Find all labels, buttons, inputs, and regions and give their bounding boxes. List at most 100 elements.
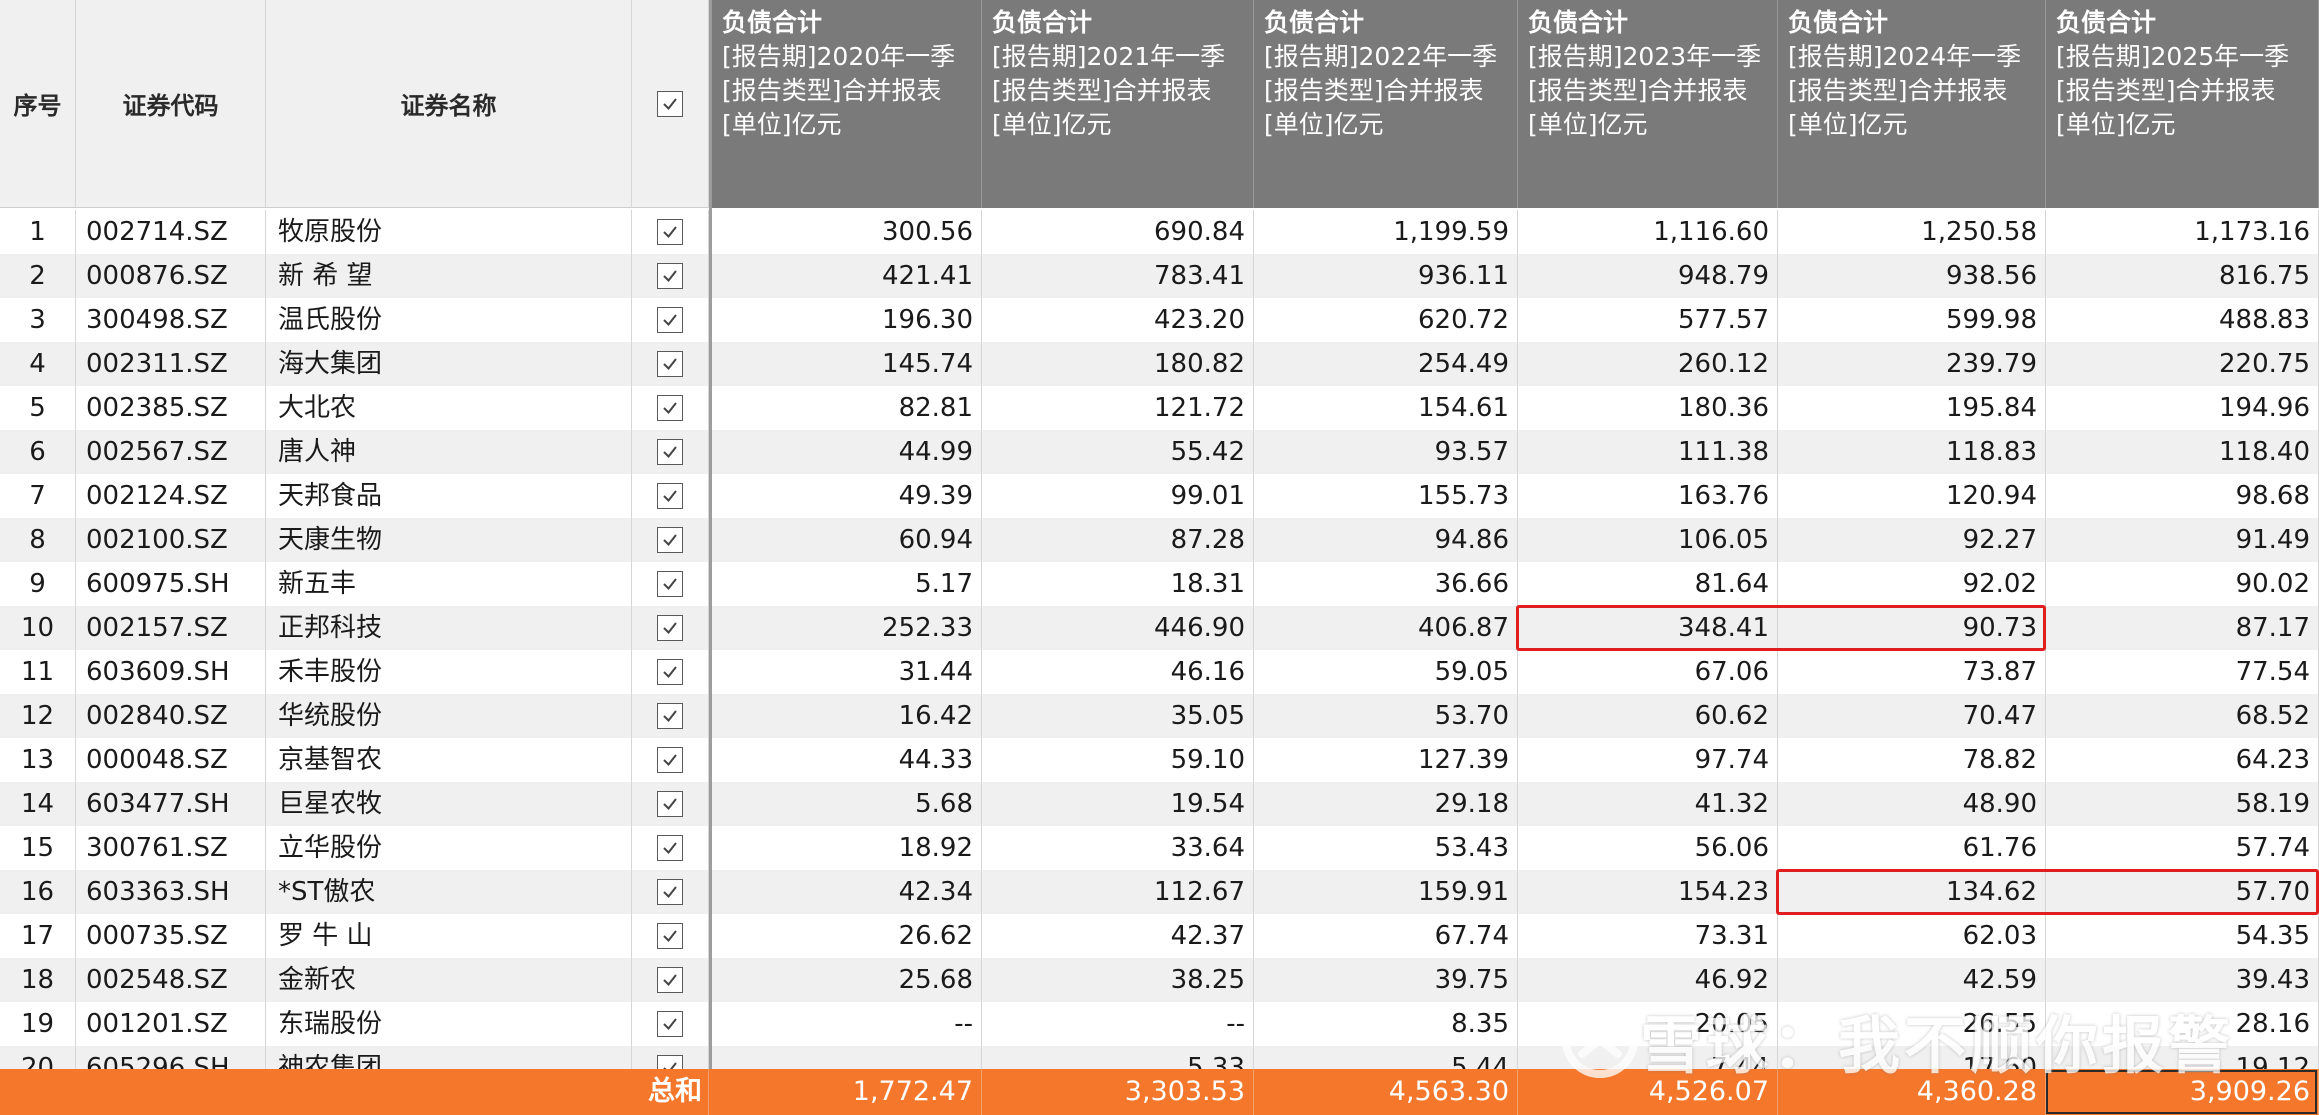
security-code[interactable]: 000876.SZ <box>76 254 266 298</box>
table-row[interactable]: 10 002157.SZ 正邦科技 252.33 446.90 406.87 348.41 9… <box>0 606 2319 650</box>
header-liability-col-3[interactable]: 负债合计 [报告期]2022年一季 [报告类型]合并报表 [单位]亿元 <box>1254 0 1518 208</box>
row-select-cell[interactable] <box>632 254 709 298</box>
row-checkbox[interactable] <box>657 527 683 553</box>
liability-value[interactable]: 46.92 <box>1518 958 1778 1002</box>
liability-value[interactable]: 19.54 <box>982 782 1254 826</box>
liability-value[interactable]: 783.41 <box>982 254 1254 298</box>
row-seq[interactable]: 12 <box>0 694 76 738</box>
row-seq[interactable]: 10 <box>0 606 76 650</box>
security-name[interactable]: 禾丰股份 <box>266 650 632 694</box>
liability-value[interactable]: 196.30 <box>712 298 982 342</box>
liability-value[interactable]: 60.62 <box>1518 694 1778 738</box>
liability-value[interactable]: 68.52 <box>2046 694 2319 738</box>
row-checkbox[interactable] <box>657 483 683 509</box>
liability-value[interactable]: 42.37 <box>982 914 1254 958</box>
liability-value[interactable]: 127.39 <box>1254 738 1518 782</box>
total-value[interactable]: 1,772.47 <box>712 1069 982 1115</box>
total-value[interactable]: 3,909.26 <box>2046 1069 2319 1115</box>
security-code[interactable]: 002124.SZ <box>76 474 266 518</box>
header-liability-col-1[interactable]: 负债合计 [报告期]2020年一季 [报告类型]合并报表 [单位]亿元 <box>712 0 982 208</box>
row-select-cell[interactable] <box>632 738 709 782</box>
liability-value[interactable]: 87.17 <box>2046 606 2319 650</box>
table-row[interactable]: 3 300498.SZ 温氏股份 196.30 423.20 620.72 577.57 59… <box>0 298 2319 342</box>
liability-value[interactable]: 348.41 <box>1518 606 1778 650</box>
row-select-cell[interactable] <box>632 782 709 826</box>
liability-value[interactable]: 5.17 <box>712 562 982 606</box>
table-row[interactable]: 19 001201.SZ 东瑞股份 -- -- 8.35 20.05 26.55 28.16 <box>0 1002 2319 1046</box>
liability-value[interactable]: 48.90 <box>1778 782 2046 826</box>
row-checkbox[interactable] <box>657 351 683 377</box>
row-checkbox[interactable] <box>657 967 683 993</box>
row-select-cell[interactable] <box>632 342 709 386</box>
liability-value[interactable]: 58.19 <box>2046 782 2319 826</box>
liability-value[interactable]: 57.70 <box>2046 870 2319 914</box>
liability-value[interactable]: 300.56 <box>712 210 982 254</box>
row-seq[interactable]: 15 <box>0 826 76 870</box>
row-select-cell[interactable] <box>632 298 709 342</box>
liability-value[interactable]: 20.05 <box>1518 1002 1778 1046</box>
liability-value[interactable]: 16.42 <box>712 694 982 738</box>
table-row[interactable]: 1 002714.SZ 牧原股份 300.56 690.84 1,199.59 1,116.… <box>0 210 2319 254</box>
row-seq[interactable]: 13 <box>0 738 76 782</box>
liability-value[interactable]: 42.34 <box>712 870 982 914</box>
table-row[interactable]: 6 002567.SZ 唐人神 44.99 55.42 93.57 111.38 118.83… <box>0 430 2319 474</box>
liability-value[interactable]: 421.41 <box>712 254 982 298</box>
row-checkbox[interactable] <box>657 219 683 245</box>
row-seq[interactable]: 9 <box>0 562 76 606</box>
liability-value[interactable]: 39.75 <box>1254 958 1518 1002</box>
liability-value[interactable]: 1,199.59 <box>1254 210 1518 254</box>
security-name[interactable]: 唐人神 <box>266 430 632 474</box>
security-name[interactable]: 华统股份 <box>266 694 632 738</box>
liability-value[interactable]: 78.82 <box>1778 738 2046 782</box>
liability-value[interactable]: 220.75 <box>2046 342 2319 386</box>
row-select-cell[interactable] <box>632 430 709 474</box>
liability-value[interactable]: 99.01 <box>982 474 1254 518</box>
security-code[interactable]: 300498.SZ <box>76 298 266 342</box>
table-row[interactable]: 13 000048.SZ 京基智农 44.33 59.10 127.39 97.74 78.8… <box>0 738 2319 782</box>
table-row[interactable]: 14 603477.SH 巨星农牧 5.68 19.54 29.18 41.32 48.90 5… <box>0 782 2319 826</box>
liability-value[interactable]: 73.31 <box>1518 914 1778 958</box>
row-seq[interactable]: 8 <box>0 518 76 562</box>
row-select-cell[interactable] <box>632 386 709 430</box>
liability-value[interactable]: 59.05 <box>1254 650 1518 694</box>
liability-value[interactable]: 29.18 <box>1254 782 1518 826</box>
row-checkbox[interactable] <box>657 307 683 333</box>
header-seq[interactable]: 序号 <box>0 0 76 208</box>
liability-value[interactable]: 44.99 <box>712 430 982 474</box>
liability-value[interactable]: 26.55 <box>1778 1002 2046 1046</box>
security-code[interactable]: 603363.SH <box>76 870 266 914</box>
security-name[interactable]: 金新农 <box>266 958 632 1002</box>
security-code[interactable]: 002548.SZ <box>76 958 266 1002</box>
security-code[interactable]: 002714.SZ <box>76 210 266 254</box>
table-row[interactable]: 11 603609.SH 禾丰股份 31.44 46.16 59.05 67.06 73.87… <box>0 650 2319 694</box>
row-seq[interactable]: 7 <box>0 474 76 518</box>
security-code[interactable]: 002311.SZ <box>76 342 266 386</box>
table-row[interactable]: 7 002124.SZ 天邦食品 49.39 99.01 155.73 163.76 120.… <box>0 474 2319 518</box>
liability-value[interactable]: 194.96 <box>2046 386 2319 430</box>
row-seq[interactable]: 4 <box>0 342 76 386</box>
table-row[interactable]: 17 000735.SZ 罗 牛 山 26.62 42.37 67.74 73.31 62.0… <box>0 914 2319 958</box>
liability-value[interactable]: 77.54 <box>2046 650 2319 694</box>
row-seq[interactable]: 11 <box>0 650 76 694</box>
row-checkbox[interactable] <box>657 615 683 641</box>
security-code[interactable]: 001201.SZ <box>76 1002 266 1046</box>
table-row[interactable]: 12 002840.SZ 华统股份 16.42 35.05 53.70 60.62 70.47… <box>0 694 2319 738</box>
liability-value[interactable]: 163.76 <box>1518 474 1778 518</box>
liability-value[interactable]: 94.86 <box>1254 518 1518 562</box>
liability-value[interactable]: 260.12 <box>1518 342 1778 386</box>
total-value[interactable]: 3,303.53 <box>982 1069 1254 1115</box>
security-code[interactable]: 002100.SZ <box>76 518 266 562</box>
liability-value[interactable]: 31.44 <box>712 650 982 694</box>
liability-value[interactable]: 33.64 <box>982 826 1254 870</box>
row-checkbox[interactable] <box>657 835 683 861</box>
liability-value[interactable]: 18.92 <box>712 826 982 870</box>
liability-value[interactable]: 936.11 <box>1254 254 1518 298</box>
security-code[interactable]: 600975.SH <box>76 562 266 606</box>
liability-value[interactable]: 97.74 <box>1518 738 1778 782</box>
security-name[interactable]: 新五丰 <box>266 562 632 606</box>
liability-value[interactable]: 577.57 <box>1518 298 1778 342</box>
row-seq[interactable]: 18 <box>0 958 76 1002</box>
row-checkbox[interactable] <box>657 263 683 289</box>
total-value[interactable]: 4,563.30 <box>1254 1069 1518 1115</box>
security-code[interactable]: 002157.SZ <box>76 606 266 650</box>
